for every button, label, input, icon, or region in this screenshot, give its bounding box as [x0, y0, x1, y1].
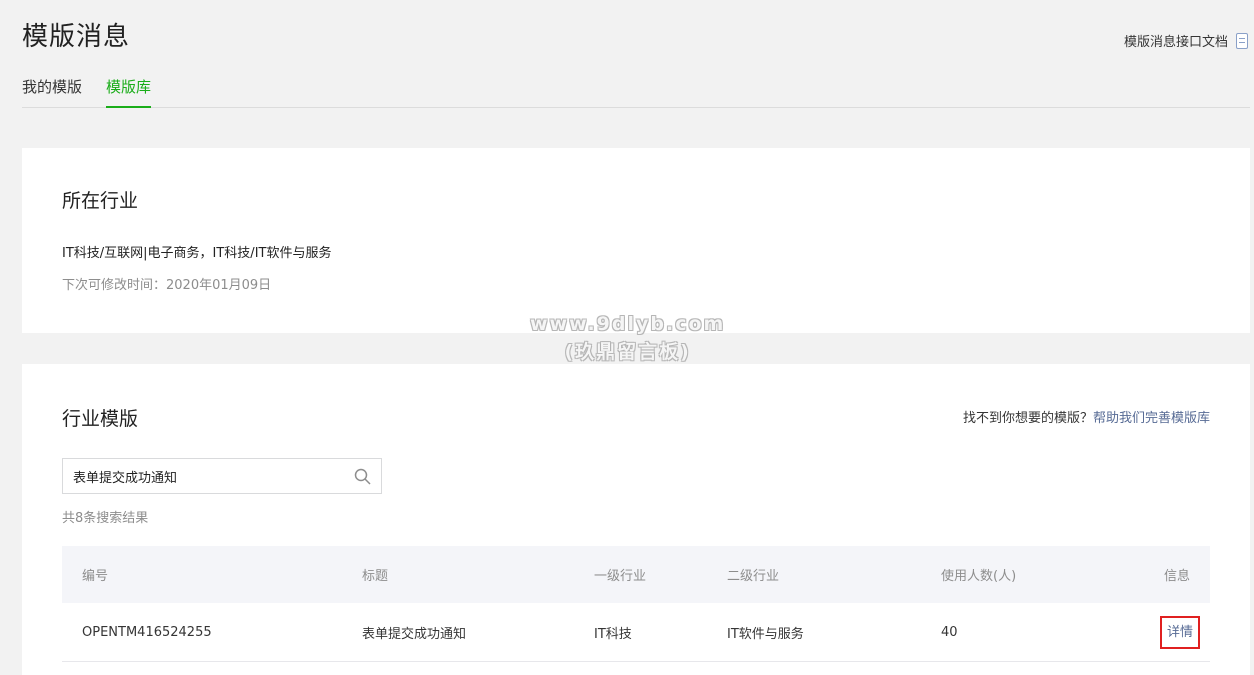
modify-time: 下次可修改时间：2020年01月09日 — [62, 278, 272, 293]
industry-card-title: 所在行业 — [62, 190, 139, 212]
watermark-line2: (玖鼎留言板) — [564, 341, 691, 363]
search-icon[interactable] — [354, 468, 371, 485]
template-card-title: 行业模版 — [62, 408, 139, 430]
search-box — [62, 458, 382, 494]
watermark-line1: www.9dlyb.com — [530, 313, 726, 335]
help-prefix: 找不到你想要的模版？ — [962, 411, 1093, 426]
doc-link[interactable]: 模版消息接口文档 — [1124, 31, 1248, 50]
header-industry1: 一级行业 — [594, 569, 647, 584]
cell-title: 表单提交成功通知 — [362, 626, 467, 642]
cell-industry1: IT科技 — [594, 626, 632, 642]
page-title: 模版消息 — [22, 22, 131, 52]
industry-value: IT科技/互联网|电子商务，IT科技/IT软件与服务 — [62, 246, 332, 261]
header-industry2: 二级行业 — [727, 569, 780, 584]
result-count: 共8条搜索结果 — [62, 511, 149, 526]
cell-users: 40 — [941, 624, 958, 640]
watermark: www.9dlyb.com (玖鼎留言板) — [530, 310, 725, 366]
header-info: 信息 — [1163, 569, 1190, 584]
document-icon — [1236, 32, 1248, 49]
table-row: OPENTM416524255 表单提交成功通知 IT科技 IT软件与服务 40… — [62, 603, 1210, 662]
search-input[interactable] — [63, 459, 333, 493]
template-table: 编号 标题 一级行业 二级行业 使用人数(人) 信息 OPENTM4165242… — [62, 546, 1210, 662]
table-header: 编号 标题 一级行业 二级行业 使用人数(人) 信息 — [62, 546, 1210, 603]
header-id: 编号 — [82, 569, 109, 584]
tab-template-library[interactable]: 模版库 — [106, 70, 152, 108]
industry-card: 所在行业 IT科技/互联网|电子商务，IT科技/IT软件与服务 下次可修改时间：… — [22, 148, 1250, 333]
header-users: 使用人数(人) — [941, 569, 1017, 584]
cell-id: OPENTM416524255 — [82, 624, 212, 640]
help-link[interactable]: 帮助我们完善模版库 — [1093, 411, 1210, 426]
help-text: 找不到你想要的模版？帮助我们完善模版库 — [963, 407, 1210, 426]
tab-my-templates[interactable]: 我的模版 — [22, 70, 82, 108]
cell-industry2: IT软件与服务 — [727, 626, 804, 642]
detail-link[interactable]: 详情 — [1159, 615, 1200, 649]
header-title: 标题 — [362, 569, 389, 584]
template-card: 行业模版 找不到你想要的模版？帮助我们完善模版库 共8条搜索结果 编号 标题 一… — [22, 364, 1250, 675]
doc-link-label: 模版消息接口文档 — [1123, 35, 1228, 50]
tab-bar: 我的模版 模版库 — [22, 70, 1250, 108]
